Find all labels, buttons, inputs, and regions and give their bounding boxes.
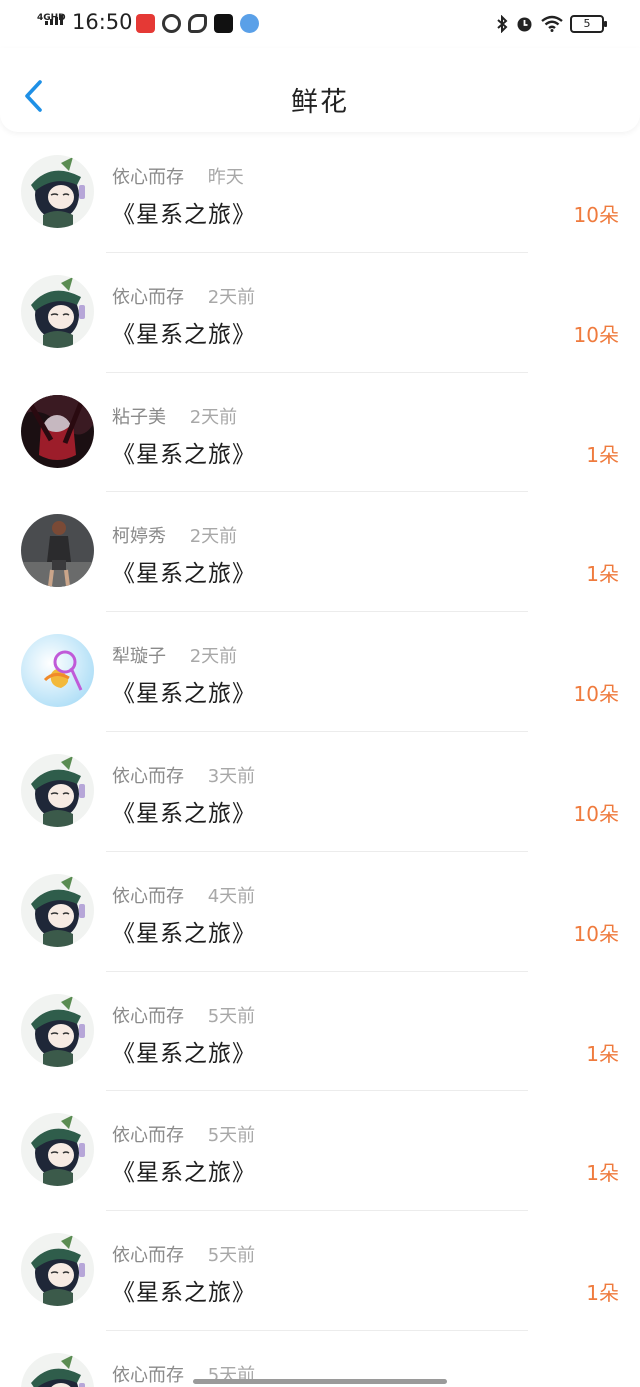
green-hat-anime-avatar[interactable] — [21, 1113, 94, 1187]
cellular-signal-icon: 4GHD — [37, 13, 67, 35]
sender-name[interactable]: 依心而存 — [112, 766, 184, 787]
bubble-flower-avatar[interactable] — [21, 634, 94, 708]
book-title: 《星系之旅》 — [112, 561, 256, 588]
record-time: 2天前 — [189, 646, 238, 668]
notification-icons — [136, 14, 259, 33]
green-hat-anime-avatar[interactable] — [21, 274, 94, 348]
book-title: 《星系之旅》 — [112, 920, 256, 947]
sender-name[interactable]: 犁璇子 — [112, 646, 166, 667]
record-time: 5天前 — [207, 1125, 256, 1147]
flower-amount: 1朵 — [586, 442, 619, 467]
book-title: 《星系之旅》 — [112, 321, 256, 348]
list-item[interactable]: 柯婷秀 2天前 《星系之旅》 1朵 — [0, 492, 640, 613]
book-title: 《星系之旅》 — [112, 441, 256, 468]
record-meta: 依心而存 4天前 — [112, 882, 255, 908]
record-time: 5天前 — [207, 1005, 256, 1027]
record-time: 2天前 — [189, 406, 238, 428]
record-time: 4天前 — [207, 885, 256, 907]
sender-name[interactable]: 依心而存 — [112, 1125, 184, 1146]
book-title: 《星系之旅》 — [112, 202, 256, 228]
record-meta: 柯婷秀 2天前 — [112, 522, 237, 548]
record-time: 5天前 — [207, 1245, 256, 1267]
record-meta: 犁璇子 2天前 — [112, 642, 237, 668]
record-meta: 依心而存 5天前 — [112, 1002, 255, 1028]
cartoon-app-icon — [240, 14, 259, 33]
record-meta: 依心而存 昨天 — [112, 163, 244, 189]
book-title: 《星系之旅》 — [112, 800, 256, 827]
record-time: 昨天 — [207, 167, 244, 188]
list-item[interactable]: 依心而存 2天前 《星系之旅》 10朵 — [0, 253, 640, 373]
list-item[interactable]: 依心而存 5天前 《星系之旅》 1朵 — [0, 1091, 640, 1212]
photo-portrait-avatar[interactable] — [21, 514, 94, 588]
sender-name[interactable]: 依心而存 — [112, 886, 184, 907]
record-time: 3天前 — [207, 765, 256, 787]
flower-record-list: 依心而存 昨天 《星系之旅》 10朵 依心而存 2天前 《星系之旅》 10朵 粘… — [0, 133, 640, 1387]
record-meta: 粘子美 2天前 — [112, 403, 237, 429]
green-hat-anime-avatar[interactable] — [21, 1352, 94, 1387]
list-item[interactable]: 犁璇子 2天前 《星系之旅》 10朵 — [0, 612, 640, 732]
record-time: 2天前 — [207, 286, 256, 308]
battery-level: 5 — [583, 17, 591, 30]
book-title: 《星系之旅》 — [112, 1280, 256, 1307]
system-indicators: 5 — [497, 14, 607, 33]
book-title: 《星系之旅》 — [112, 681, 256, 708]
book-title: 《星系之旅》 — [112, 1040, 256, 1067]
bluetooth-icon — [497, 14, 508, 33]
green-hat-anime-avatar[interactable] — [21, 993, 94, 1067]
sender-name[interactable]: 依心而存 — [112, 1245, 184, 1266]
pinwheel-app-icon — [162, 14, 181, 33]
dark-red-artwork-avatar[interactable] — [21, 394, 94, 468]
status-bar: 4GHD 16:50 5 — [0, 0, 640, 48]
flower-amount: 10朵 — [573, 921, 619, 946]
sender-name[interactable]: 依心而存 — [112, 287, 184, 308]
list-item[interactable]: 粘子美 2天前 《星系之旅》 1朵 — [0, 373, 640, 493]
sender-name[interactable]: 粘子美 — [112, 407, 166, 428]
wifi-icon — [541, 15, 563, 32]
sender-name[interactable]: 依心而存 — [112, 167, 184, 188]
book-title: 《星系之旅》 — [112, 1160, 256, 1187]
sender-name[interactable]: 依心而存 — [112, 1365, 184, 1386]
list-item[interactable]: 依心而存 昨天 《星系之旅》 10朵 — [0, 133, 640, 253]
flower-amount: 1朵 — [586, 1041, 619, 1066]
list-item[interactable]: 依心而存 5天前 《星系之旅》 1朵 — [0, 1211, 640, 1331]
status-time: 16:50 — [72, 10, 133, 34]
flower-amount: 1朵 — [586, 1281, 619, 1306]
battery-icon: 5 — [570, 14, 607, 33]
flower-amount: 10朵 — [573, 203, 619, 227]
flower-amount: 10朵 — [573, 682, 619, 707]
record-meta: 依心而存 5天前 — [112, 1121, 255, 1147]
green-hat-anime-avatar[interactable] — [21, 753, 94, 827]
tiktok-app-icon — [214, 14, 233, 33]
flower-amount: 10朵 — [573, 322, 619, 347]
alarm-icon — [517, 17, 532, 32]
flower-amount: 1朵 — [586, 1161, 619, 1186]
record-meta: 依心而存 3天前 — [112, 762, 255, 788]
list-item[interactable]: 依心而存 4天前 《星系之旅》 10朵 — [0, 852, 640, 972]
flower-amount: 1朵 — [586, 562, 619, 587]
record-time: 2天前 — [189, 526, 238, 548]
sender-name[interactable]: 依心而存 — [112, 1006, 184, 1027]
green-hat-anime-avatar[interactable] — [21, 873, 94, 947]
green-hat-anime-avatar[interactable] — [21, 1233, 94, 1307]
page-title: 鲜花 — [291, 87, 349, 118]
link-app-icon — [188, 14, 207, 33]
record-meta: 依心而存 5天前 — [112, 1241, 255, 1267]
list-item[interactable]: 依心而存 3天前 《星系之旅》 10朵 — [0, 732, 640, 852]
home-indicator — [193, 1379, 447, 1384]
red-app-icon — [136, 14, 155, 33]
navigation-bar: 鲜花 — [0, 48, 640, 132]
list-item[interactable]: 依心而存 5天前 《星系之旅》 1朵 — [0, 972, 640, 1092]
green-hat-anime-avatar[interactable] — [21, 155, 94, 228]
record-meta: 依心而存 2天前 — [112, 283, 255, 309]
flower-amount: 10朵 — [573, 801, 619, 826]
sender-name[interactable]: 柯婷秀 — [112, 526, 166, 547]
